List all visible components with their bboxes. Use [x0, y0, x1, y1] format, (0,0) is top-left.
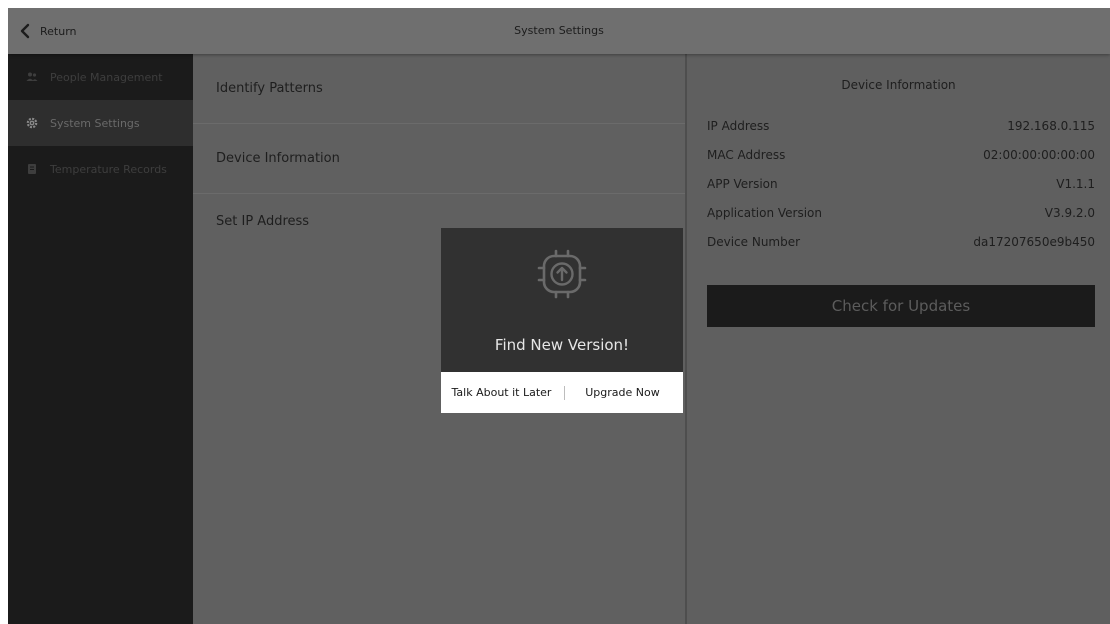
- info-row-mac-address: MAC Address 02:00:00:00:00:00: [707, 148, 1095, 162]
- talk-about-it-later-button[interactable]: Talk About it Later: [441, 372, 562, 413]
- info-label: APP Version: [707, 177, 778, 191]
- new-version-dialog: Find New Version! Talk About it Later Up…: [441, 228, 683, 413]
- gear-icon: [26, 117, 38, 129]
- return-label: Return: [40, 24, 77, 38]
- info-row-ip-address: IP Address 192.168.0.115: [707, 119, 1095, 133]
- upgrade-chip-icon: [535, 247, 589, 305]
- sidebar-item-system-settings[interactable]: System Settings: [8, 100, 193, 146]
- sidebar: People Management System Settings Temper…: [8, 54, 193, 624]
- app-screen: System Settings Return People Management: [8, 8, 1110, 624]
- people-icon: [26, 71, 38, 83]
- device-info-title: Device Information: [841, 78, 956, 92]
- info-label: Application Version: [707, 206, 822, 220]
- info-value: V3.9.2.0: [1044, 206, 1095, 220]
- sidebar-item-people-management[interactable]: People Management: [8, 54, 193, 100]
- info-value: da17207650e9b450: [973, 235, 1095, 249]
- info-value: 192.168.0.115: [1007, 119, 1095, 133]
- info-label: Device Number: [707, 235, 801, 249]
- info-row-application-version: Application Version V3.9.2.0: [707, 206, 1095, 220]
- info-row-app-version: APP Version V1.1.1: [707, 177, 1095, 191]
- sidebar-item-label: Temperature Records: [50, 162, 167, 176]
- dialog-actions: Talk About it Later Upgrade Now: [441, 372, 683, 413]
- dialog-title: Find New Version!: [494, 336, 630, 354]
- chevron-left-icon: [18, 23, 32, 39]
- list-item-identify-patterns[interactable]: Identify Patterns: [193, 54, 685, 124]
- dialog-body: Find New Version!: [441, 228, 683, 372]
- info-row-device-number: Device Number da17207650e9b450: [707, 235, 1095, 249]
- sidebar-item-temperature-records[interactable]: Temperature Records: [8, 146, 193, 192]
- info-value: 02:00:00:00:00:00: [983, 148, 1095, 162]
- device-info-panel: Device Information IP Address 192.168.0.…: [687, 54, 1110, 624]
- sidebar-item-label: People Management: [50, 70, 163, 84]
- document-icon: [26, 163, 38, 175]
- info-label: IP Address: [707, 119, 770, 133]
- return-button[interactable]: Return: [18, 8, 77, 54]
- info-label: MAC Address: [707, 148, 786, 162]
- info-value: V1.1.1: [1056, 177, 1095, 191]
- page-title: System Settings: [514, 24, 604, 37]
- upgrade-now-button[interactable]: Upgrade Now: [562, 372, 683, 413]
- list-item-device-information[interactable]: Device Information: [193, 124, 685, 194]
- sidebar-item-label: System Settings: [50, 116, 140, 130]
- check-for-updates-button[interactable]: Check for Updates: [707, 285, 1095, 327]
- top-bar: System Settings Return: [8, 8, 1110, 54]
- dialog-button-separator: [564, 386, 565, 400]
